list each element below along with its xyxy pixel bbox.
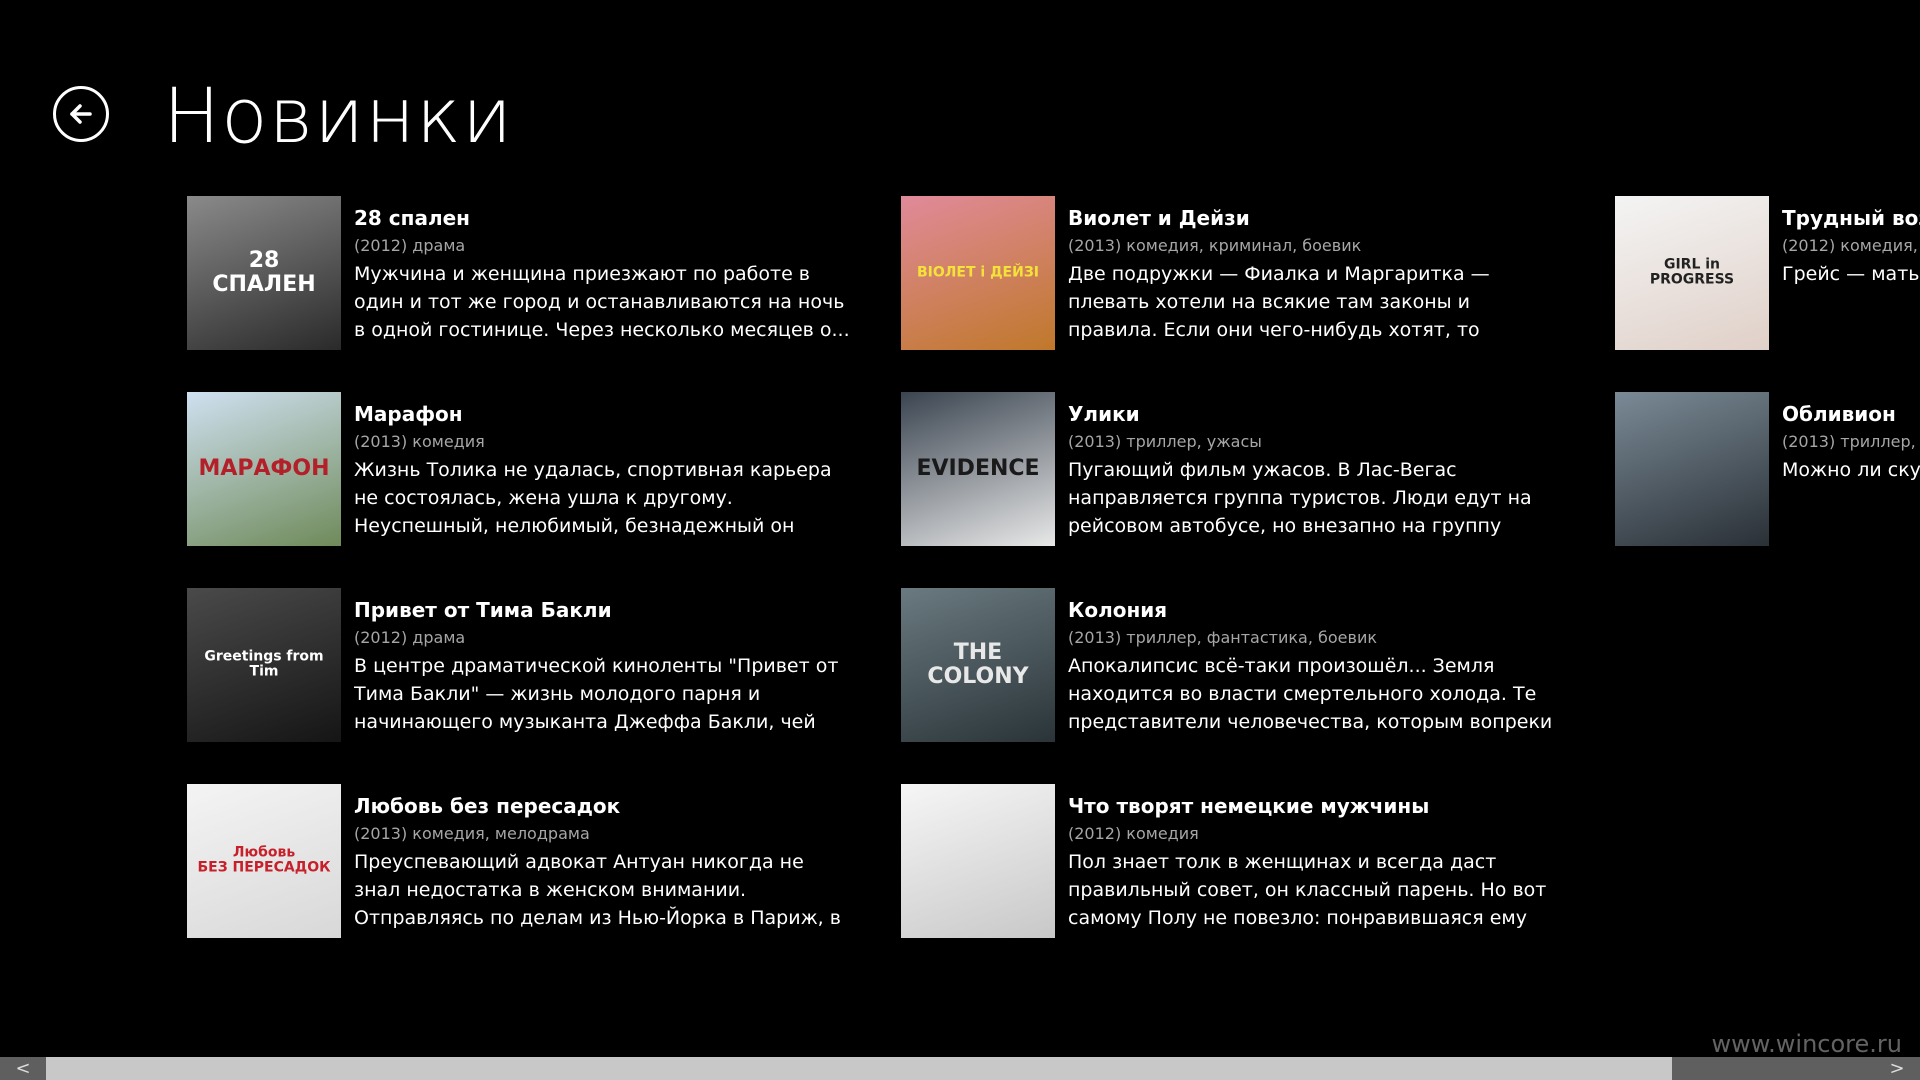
movie-poster: GIRL in PROGRESS (1615, 196, 1769, 350)
movie-tile[interactable]: EVIDENCE Улики (2013) триллер, ужасы Пугающ… (901, 392, 1565, 546)
movie-title: Привет от Тима Бакли (354, 598, 612, 622)
movie-info: Улики (2013) триллер, ужасы Пугающий фильм… (1068, 400, 1565, 540)
movie-tile[interactable]: Любовь БЕЗ ПЕРЕСАДОК Любовь без пересадок… (187, 784, 851, 938)
movie-poster: ВІОЛЕТ і ДЕЙЗІ (901, 196, 1055, 350)
movie-meta: (2012) драма (354, 628, 466, 647)
movie-description: Апокалипсис всё-таки произошёл... Земля … (1068, 655, 1553, 733)
movie-description: Пол знает толк в женщинах и всегда даст … (1068, 851, 1547, 929)
movie-tile[interactable]: THE COLONY Колония (2013) триллер, фантаст… (901, 588, 1565, 742)
movie-title: Улики (1068, 402, 1140, 426)
movie-title: Колония (1068, 598, 1168, 622)
movie-info: Колония (2013) триллер, фантастика, боеви… (1068, 596, 1565, 736)
movie-info: Марафон (2013) комедия Жизнь Толика не уда… (354, 400, 851, 540)
movie-title: Трудный возра (1782, 206, 1920, 230)
movie-info: Виолет и Дейзи (2013) комедия, криминал, … (1068, 204, 1565, 344)
movie-poster: EVIDENCE (901, 392, 1055, 546)
movie-meta: (2013) триллер, фантастика, боевик (1068, 628, 1378, 647)
movie-meta: (2013) комедия, криминал, боевик (1068, 236, 1362, 255)
page-title: Новинки (163, 71, 514, 160)
movie-poster (901, 784, 1055, 938)
movie-meta: (2013) триллер, ужасы (1068, 432, 1262, 451)
movie-title: Обливион (1782, 402, 1896, 426)
movie-tile[interactable]: Обливион (2013) триллер, ме Можно ли скуч … (1615, 392, 1920, 546)
scroll-right-arrow[interactable]: > (1874, 1057, 1920, 1080)
movie-poster: 28 СПАЛЕН (187, 196, 341, 350)
movie-title: Что творят немецкие мужчины (1068, 794, 1430, 818)
arrow-left-icon (70, 104, 92, 124)
movie-meta: (2012) комедия, др (1782, 236, 1920, 255)
poster-caption: Любовь БЕЗ ПЕРЕСАДОК (197, 844, 331, 876)
movie-meta: (2013) триллер, ме (1782, 432, 1920, 451)
poster-caption: 28 СПАЛЕН (212, 247, 316, 297)
movie-grid: 28 СПАЛЕН 28 спален (2012) драма Мужчина и … (187, 196, 1920, 938)
scroll-thumb[interactable] (46, 1057, 1672, 1080)
movie-meta: (2012) комедия (1068, 824, 1199, 843)
poster-caption: THE COLONY (927, 639, 1029, 689)
movie-tile[interactable]: ВІОЛЕТ і ДЕЙЗІ Виолет и Дейзи (2013) комед… (901, 196, 1565, 350)
back-button[interactable] (53, 86, 109, 142)
movie-description: В центре драматической киноленты "Привет… (354, 655, 839, 733)
movie-tile[interactable]: Что творят немецкие мужчины (2012) комеди… (901, 784, 1565, 938)
movie-tile[interactable]: 28 СПАЛЕН 28 спален (2012) драма Мужчина и … (187, 196, 851, 350)
movie-description: Пугающий фильм ужасов. В Лас-Вегас напра… (1068, 459, 1532, 537)
movie-poster: THE COLONY (901, 588, 1055, 742)
movie-description: Преуспевающий адвокат Антуан никогда не … (354, 851, 841, 929)
movie-meta: (2012) драма (354, 236, 466, 255)
horizontal-scrollbar[interactable]: < > (0, 1057, 1920, 1080)
movie-tile[interactable]: МАРАФОН Марафон (2013) комедия Жизнь Толика… (187, 392, 851, 546)
scroll-left-arrow[interactable]: < (0, 1057, 46, 1080)
movie-poster: МАРАФОН (187, 392, 341, 546)
movie-title: Любовь без пересадок (354, 794, 621, 818)
movie-description: Жизнь Толика не удалась, спортивная карь… (354, 459, 832, 537)
movie-tile[interactable]: GIRL in PROGRESS Трудный возра (2012) коме… (1615, 196, 1920, 350)
movie-tile[interactable]: Greetings from Tim Привет от Тима Бакли (2… (187, 588, 851, 742)
movie-poster: Любовь БЕЗ ПЕРЕСАДОК (187, 784, 341, 938)
movie-info: Обливион (2013) триллер, ме Можно ли скуч … (1782, 400, 1920, 484)
movie-info: Привет от Тима Бакли (2012) драма В центре… (354, 596, 851, 736)
movie-meta: (2013) комедия, мелодрама (354, 824, 590, 843)
movie-title: Виолет и Дейзи (1068, 206, 1250, 230)
poster-caption: EVIDENCE (916, 455, 1040, 481)
app-window: Новинки 28 СПАЛЕН 28 спален (2012) драма Му… (0, 0, 1920, 1080)
movie-meta: (2013) комедия (354, 432, 485, 451)
poster-caption: МАРАФОН (198, 455, 330, 481)
movie-title: 28 спален (354, 206, 470, 230)
movie-description: Можно ли скуч не был, мечтат не видел? Д… (1782, 459, 1920, 481)
poster-caption: Greetings from Tim (204, 648, 324, 680)
movie-poster (1615, 392, 1769, 546)
poster-caption: GIRL in PROGRESS (1649, 256, 1735, 288)
movie-info: Что творят немецкие мужчины (2012) комеди… (1068, 792, 1565, 932)
movie-description: Грейс — мать о разрываемая ра Хартфордом… (1782, 263, 1920, 285)
movie-info: Любовь без пересадок (2013) комедия, мело… (354, 792, 851, 932)
poster-caption: ВІОЛЕТ і ДЕЙЗІ (917, 264, 1039, 281)
movie-description: Две подружки — Фиалка и Маргаритка — пле… (1068, 263, 1490, 341)
movie-poster: Greetings from Tim (187, 588, 341, 742)
watermark: www.wincore.ru (1711, 1030, 1902, 1058)
movie-info: 28 спален (2012) драма Мужчина и женщина п… (354, 204, 851, 344)
movie-title: Марафон (354, 402, 463, 426)
movie-info: Трудный возра (2012) комедия, др Грейс — м… (1782, 204, 1920, 288)
movie-description: Мужчина и женщина приезжают по работе в … (354, 263, 850, 341)
